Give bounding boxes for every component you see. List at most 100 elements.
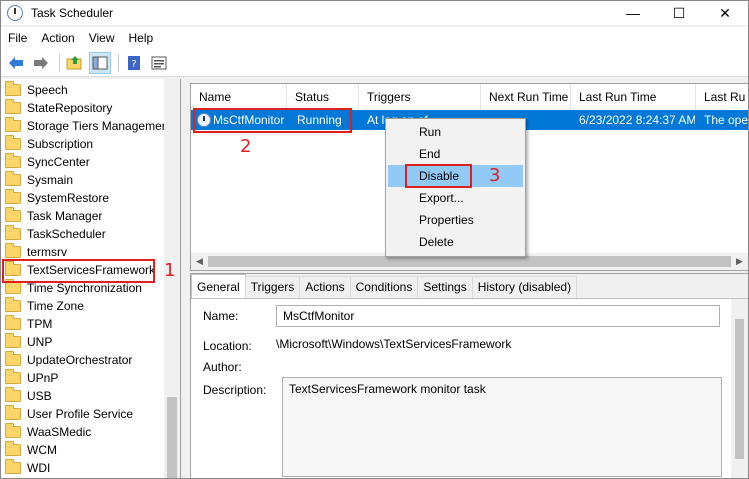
properties-icon[interactable]: [148, 52, 170, 74]
column-header-status[interactable]: Status: [287, 84, 359, 110]
menu-action[interactable]: Action: [34, 27, 81, 49]
folder-icon: [5, 135, 21, 150]
folder-icon: [5, 99, 21, 114]
annotation-box-disable: [405, 164, 472, 188]
back-arrow-icon[interactable]: [5, 52, 27, 74]
menu-bar: File Action View Help: [1, 27, 748, 49]
task-scheduler-window: Task Scheduler — ☐ ✕ File Action View He…: [0, 0, 749, 479]
window-title: Task Scheduler: [31, 6, 114, 20]
annotation-box-task-row: [193, 108, 352, 133]
menu-help[interactable]: Help: [122, 27, 161, 49]
name-label: Name:: [203, 309, 239, 323]
column-header-triggers[interactable]: Triggers: [359, 84, 481, 110]
tree-item[interactable]: Speech: [5, 81, 68, 99]
folder-icon: [5, 315, 21, 330]
tab-actions[interactable]: Actions: [299, 276, 351, 298]
column-header-last-run-time[interactable]: Last Run Time: [571, 84, 696, 110]
annotation-number-1: 1: [164, 260, 176, 281]
scroll-right-icon[interactable]: ▶: [734, 256, 745, 267]
folder-icon: [5, 207, 21, 222]
folder-icon: [5, 153, 21, 168]
tree-item[interactable]: Time Zone: [5, 297, 84, 315]
tree-item[interactable]: UpdateOrchestrator: [5, 351, 132, 369]
folder-icon: [5, 81, 21, 96]
maximize-button[interactable]: ☐: [656, 1, 702, 25]
tree-item[interactable]: Sysmain: [5, 171, 73, 189]
forward-arrow-icon[interactable]: [30, 52, 52, 74]
close-button[interactable]: ✕: [702, 1, 748, 25]
task-last-run: 6/23/2022 8:24:37 AM: [579, 113, 695, 127]
tree-item[interactable]: WaaSMedic: [5, 423, 91, 441]
location-label: Location:: [203, 339, 252, 353]
folder-up-icon[interactable]: [64, 52, 86, 74]
tab-conditions[interactable]: Conditions: [349, 276, 419, 298]
tree-item[interactable]: SyncCenter: [5, 153, 90, 171]
toolbar-separator: [118, 53, 119, 72]
folder-icon: [5, 117, 21, 132]
tree-item[interactable]: WCM: [5, 441, 57, 459]
tab-settings[interactable]: Settings: [417, 276, 473, 298]
tab-general[interactable]: General: [191, 274, 246, 298]
annotation-number-2: 2: [240, 136, 252, 157]
folder-icon: [5, 333, 21, 348]
tree-item[interactable]: User Profile Service: [5, 405, 133, 423]
folder-icon: [5, 171, 21, 186]
tree-item[interactable]: Subscription: [5, 135, 93, 153]
folder-icon: [5, 369, 21, 384]
folder-icon: [5, 225, 21, 240]
svg-text:?: ?: [131, 59, 136, 70]
details-vertical-scrollbar[interactable]: [731, 299, 748, 478]
toolbar-separator: [59, 53, 60, 72]
folder-icon: [5, 279, 21, 294]
tree-item[interactable]: Task Manager: [5, 207, 102, 225]
name-field[interactable]: MsCtfMonitor: [276, 305, 720, 327]
folder-icon: [5, 405, 21, 420]
context-menu-delete[interactable]: Delete: [388, 231, 523, 253]
folder-icon: [5, 441, 21, 456]
tree-item[interactable]: TaskScheduler: [5, 225, 106, 243]
column-header-next-run-time[interactable]: Next Run Time: [481, 84, 571, 110]
folder-icon: [5, 351, 21, 366]
tree-item[interactable]: UNP: [5, 333, 52, 351]
folder-icon: [5, 297, 21, 312]
details-tabs: General Triggers Actions Conditions Sett…: [191, 274, 578, 298]
description-field[interactable]: TextServicesFramework monitor task: [282, 377, 722, 477]
tab-triggers[interactable]: Triggers: [244, 276, 301, 298]
context-menu-export[interactable]: Export...: [388, 187, 523, 209]
folder-icon: [5, 459, 21, 474]
task-scheduler-app-icon: [7, 5, 23, 21]
details-scroll-thumb[interactable]: [735, 319, 744, 459]
toolbar: ?: [1, 49, 748, 77]
tree-item[interactable]: StateRepository: [5, 99, 112, 117]
tree-item[interactable]: SystemRestore: [5, 189, 109, 207]
annotation-number-3: 3: [489, 165, 501, 186]
menu-view[interactable]: View: [82, 27, 122, 49]
menu-file[interactable]: File: [1, 27, 34, 49]
tree-item[interactable]: USB: [5, 387, 52, 405]
minimize-button[interactable]: —: [610, 1, 656, 25]
column-header-name[interactable]: Name: [191, 84, 287, 110]
general-tab-body: Name: MsCtfMonitor Location: \Microsoft\…: [191, 298, 748, 478]
show-hide-console-tree-icon[interactable]: [89, 51, 111, 74]
tree-item[interactable]: TPM: [5, 315, 52, 333]
description-label: Description:: [203, 383, 267, 397]
tree-item[interactable]: WDI: [5, 459, 50, 477]
context-menu-end[interactable]: End: [388, 143, 523, 165]
title-bar: Task Scheduler — ☐ ✕: [1, 1, 748, 25]
scroll-left-icon[interactable]: ◀: [194, 256, 205, 267]
author-label: Author:: [203, 360, 242, 374]
help-icon[interactable]: ?: [123, 52, 145, 74]
context-menu-properties[interactable]: Properties: [388, 209, 523, 231]
task-last-result: The ope: [704, 113, 749, 127]
tree-item[interactable]: UPnP: [5, 369, 58, 387]
task-details-pane: General Triggers Actions Conditions Sett…: [190, 273, 748, 478]
column-header-last-run-result[interactable]: Last Ru: [696, 84, 748, 110]
tree-scroll-thumb[interactable]: [167, 397, 177, 478]
tree-item[interactable]: Storage Tiers Managemer: [5, 117, 166, 135]
folder-icon: [5, 387, 21, 402]
folder-icon: [5, 189, 21, 204]
horizontal-scroll-thumb[interactable]: [208, 256, 731, 267]
context-menu-run[interactable]: Run: [388, 121, 523, 143]
folder-icon: [5, 243, 21, 258]
tab-history[interactable]: History (disabled): [471, 276, 578, 298]
